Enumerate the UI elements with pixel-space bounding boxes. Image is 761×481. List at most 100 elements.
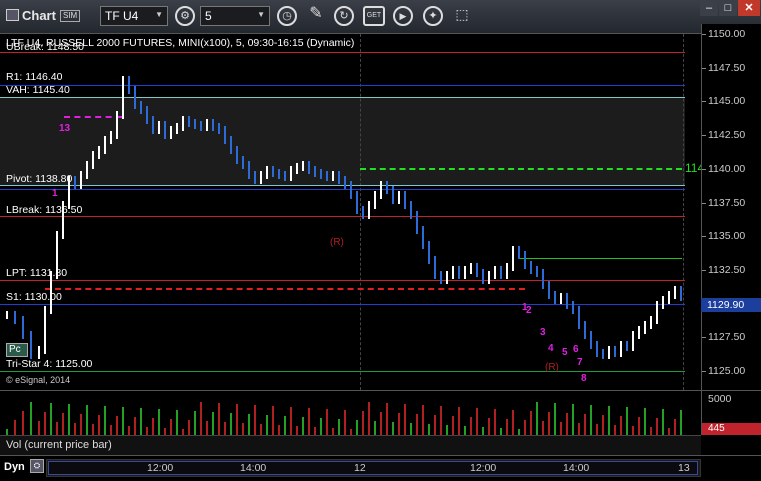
volume-bar [476, 408, 478, 435]
volume-bar [290, 407, 292, 435]
session-divider [360, 34, 361, 390]
candle-bar [560, 293, 562, 304]
volume-bar [440, 406, 442, 435]
tristar-label: Tri-Star 4: 1125.00 [6, 358, 93, 370]
candle-bar [356, 191, 358, 214]
value-area-band [0, 97, 685, 185]
price-chart[interactable]: LTF U4, RUSSELL 2000 FUTURES, MINI(x100)… [0, 34, 701, 390]
time-scrollbar-thumb[interactable] [48, 461, 698, 475]
volume-bar [326, 409, 328, 435]
volume-bar [404, 404, 406, 435]
candle-bar [338, 171, 340, 184]
count-1: 1 [52, 188, 58, 199]
price-tick: 1127.50 [701, 331, 746, 344]
refresh-icon[interactable]: ↻ [334, 6, 354, 26]
minimize-button[interactable]: – [700, 0, 718, 16]
gear-icon[interactable]: ⚙ [175, 6, 195, 26]
candle-bar [524, 251, 526, 269]
volume-bar [656, 418, 658, 435]
volume-bar [134, 417, 136, 435]
candle-bar [98, 146, 100, 159]
volume-bar [362, 411, 364, 435]
time-tick: 13 [678, 462, 690, 474]
volume-bar [50, 403, 52, 435]
volume-bar [506, 419, 508, 435]
volume-bar [632, 426, 634, 435]
volume-bar [542, 421, 544, 435]
candle-bar [548, 281, 550, 299]
volume-bar [524, 420, 526, 435]
symbol-value: TF U4 [105, 9, 139, 23]
candle-bar [224, 126, 226, 144]
dyn-settings-icon[interactable]: ⛭ [30, 459, 44, 473]
close-button[interactable]: ✕ [738, 0, 760, 16]
candle-bar [434, 256, 436, 279]
candle-bar [116, 111, 118, 139]
volume-bar [30, 402, 32, 435]
vah-line [0, 97, 685, 98]
copyright: © eSignal, 2014 [6, 375, 71, 385]
interval-input[interactable]: 5 ▼ [200, 6, 270, 26]
candle-bar [308, 161, 310, 174]
target-value: 114 [685, 161, 701, 175]
candle-bar [422, 226, 424, 249]
pivot-line [0, 189, 685, 190]
candle-bar [608, 346, 610, 359]
volume-bar [68, 404, 70, 435]
volume-bar [554, 403, 556, 435]
symbol-input[interactable]: TF U4 ▼ [100, 6, 168, 26]
candle-bar [668, 291, 670, 304]
clock-icon[interactable]: ◷ [277, 6, 297, 26]
candle-bar [626, 341, 628, 351]
volume-bar [266, 415, 268, 435]
volume-bar [38, 421, 40, 435]
volume-bar [188, 420, 190, 435]
candle-bar [272, 166, 274, 177]
candle-bar [176, 123, 178, 134]
candle-bar [68, 176, 70, 209]
volume-bar [530, 411, 532, 435]
candle-bar [680, 286, 682, 301]
play-icon[interactable]: ▶ [393, 6, 413, 26]
volume-bar [98, 415, 100, 435]
volume-bar [332, 428, 334, 435]
candle-bar [554, 291, 556, 304]
chevron-down-icon[interactable]: ▼ [257, 10, 265, 19]
volume-bar [500, 428, 502, 435]
volume-pane[interactable] [0, 390, 701, 435]
volume-bar [512, 410, 514, 435]
volume-bar [602, 415, 604, 435]
volume-bar [140, 408, 142, 435]
candle-bar [488, 271, 490, 284]
candle-bar [50, 271, 52, 314]
volume-bar [662, 409, 664, 435]
ubreak-label: UBreak: 1148.50 [6, 41, 85, 53]
volume-bar [638, 417, 640, 435]
tools-icon[interactable]: ✦ [423, 6, 443, 26]
candle-bar [404, 191, 406, 209]
maximize-button[interactable]: □ [719, 0, 737, 16]
price-tick: 1137.50 [701, 196, 746, 209]
candle-bar [22, 316, 24, 339]
lbreak-line [0, 216, 685, 217]
pc-button[interactable]: Pc [6, 343, 28, 357]
dyn-label: Dyn [4, 461, 25, 473]
candle-bar [656, 301, 658, 324]
session-divider [683, 34, 684, 390]
price-axis[interactable]: 1150.00 1147.50 1145.00 1142.50 1140.00 1137.… [701, 24, 761, 390]
pen-icon[interactable]: ✎ [306, 6, 326, 26]
volume-bar [386, 403, 388, 435]
chevron-down-icon[interactable]: ▼ [155, 10, 163, 19]
volume-bar [308, 408, 310, 435]
candle-bar [530, 261, 532, 274]
link-icon[interactable]: ⬚ [452, 6, 472, 26]
volume-bar [224, 422, 226, 435]
volume-bar [254, 405, 256, 435]
volume-bar [212, 412, 214, 435]
price-tick: 1142.50 [701, 129, 746, 142]
candle-bar [314, 166, 316, 177]
volume-bar [548, 412, 550, 435]
get-data-icon[interactable]: GET [363, 6, 385, 26]
candle-bar [572, 301, 574, 314]
price-tick: 1147.50 [701, 61, 746, 74]
